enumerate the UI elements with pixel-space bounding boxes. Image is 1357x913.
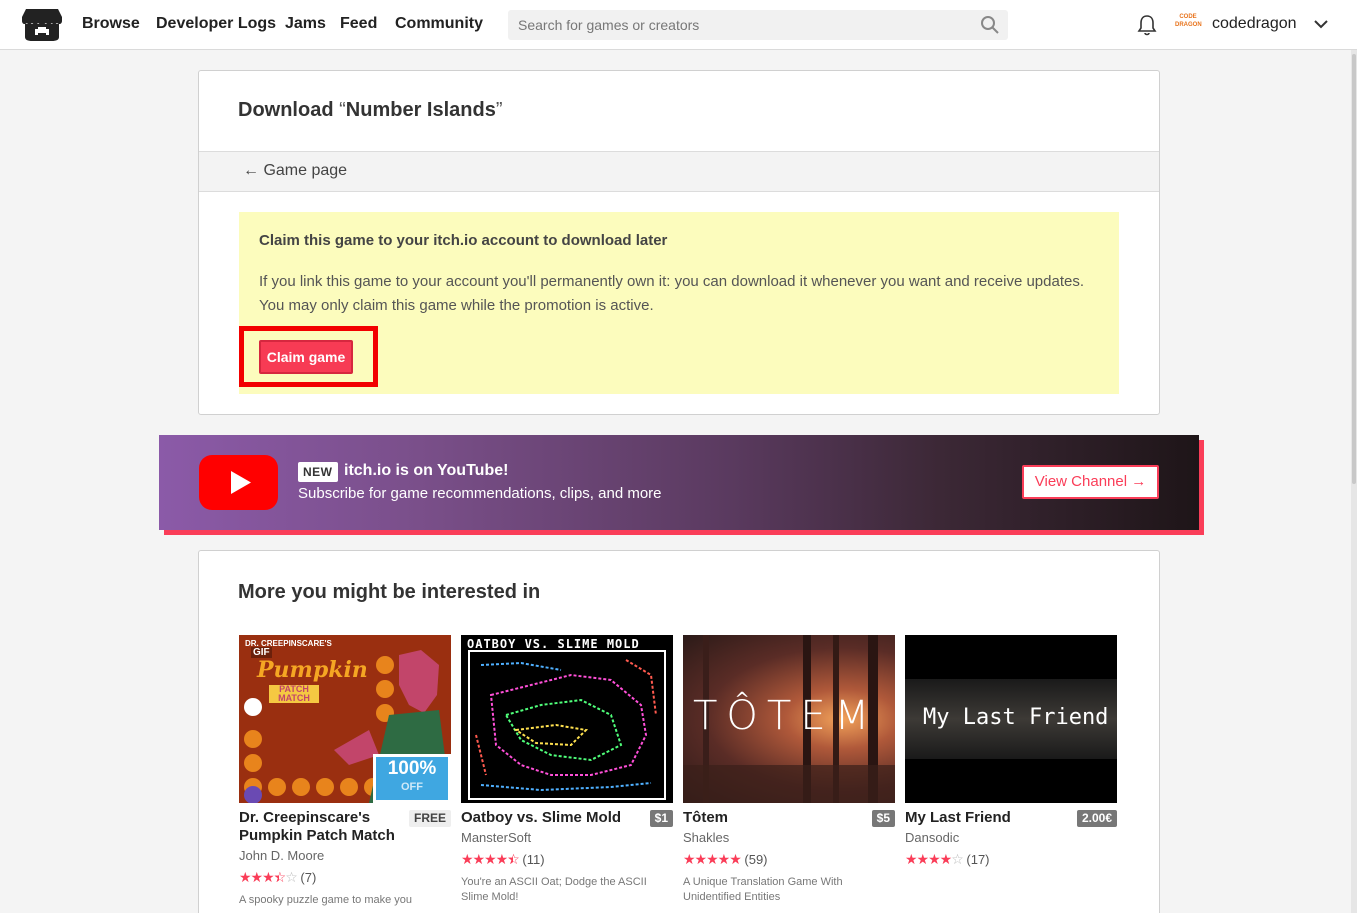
game-title[interactable]: Tôtem (683, 809, 848, 827)
rating-count: (59) (744, 852, 768, 867)
youtube-banner[interactable]: NEW itch.io is on YouTube! Subscribe for… (159, 435, 1199, 530)
sale-off: OFF (401, 781, 423, 793)
price-badge: 2.00€ (1076, 810, 1117, 827)
maze-art (468, 650, 666, 800)
game-thumbnail[interactable]: OATBOY VS. SLIME MOLD (461, 635, 673, 803)
itchio-logo-icon[interactable] (22, 7, 62, 43)
game-name: Number Islands (345, 99, 496, 121)
price-badge: $5 (871, 810, 895, 827)
thumb-title-text: My Last Friend (923, 705, 1109, 730)
download-card: Download “Number Islands” ← Game page Cl… (198, 70, 1160, 415)
price-badge: $1 (649, 810, 673, 827)
game-rating: ★★★☆★☆ (7) (239, 869, 316, 886)
game-card[interactable]: DR. CREEPINSCARE'S Pumpkin PATCH MATCH G… (239, 635, 451, 906)
rating-stars: ★★★★☆★ (461, 851, 520, 867)
game-thumbnail[interactable]: DR. CREEPINSCARE'S Pumpkin PATCH MATCH G… (239, 635, 451, 803)
sale-badge: 100% OFF (373, 754, 451, 803)
game-rating: ★★★★☆★ (11) (461, 851, 545, 868)
section-title: More you might be interested in (238, 581, 541, 603)
notification-bell-icon[interactable] (1136, 14, 1158, 36)
rating-count: (17) (966, 852, 990, 867)
game-card[interactable]: OATBOY VS. SLIME MOLD Oatboy vs. Slime M… (461, 635, 673, 903)
search-icon[interactable] (980, 15, 1000, 35)
claim-title: Claim this game to your itch.io account … (259, 232, 668, 249)
claim-game-button[interactable]: Claim game (259, 340, 353, 374)
game-description: A Unique Translation Game With Unidentif… (683, 876, 843, 903)
search-input[interactable]: Search for games or creators (508, 10, 1008, 40)
claim-highlight-box: Claim game (239, 326, 378, 387)
site-header: Browse Developer Logs Jams Feed Communit… (0, 0, 1357, 50)
chevron-down-icon[interactable] (1313, 18, 1329, 30)
username[interactable]: codedragon (1212, 15, 1297, 33)
youtube-icon (199, 455, 278, 510)
game-description: A spooky puzzle game to make you (239, 894, 413, 906)
scrollbar-thumb[interactable] (1352, 54, 1356, 484)
game-title[interactable]: My Last Friend (905, 809, 1070, 827)
rating-count: (11) (522, 852, 545, 867)
game-card[interactable]: My Last Friend My Last Friend 2.00€ Dans… (905, 635, 1117, 867)
claim-description: If you link this game to your account yo… (259, 273, 1084, 314)
nav-community[interactable]: Community (395, 15, 483, 33)
game-rating: ★★★★★ (59) (683, 851, 768, 868)
banner-title: itch.io is on YouTube! (344, 462, 509, 479)
back-bar: ← Game page (199, 151, 1159, 192)
claim-notice: Claim this game to your itch.io account … (239, 212, 1119, 394)
game-title[interactable]: Dr. Creepinscare's Pumpkin Patch Match (239, 809, 404, 845)
page-title: Download “Number Islands” (238, 99, 503, 121)
nav-feed[interactable]: Feed (340, 15, 377, 33)
game-author[interactable]: Shakles (683, 830, 729, 845)
thumb-title-text: TÔTEM (693, 693, 879, 739)
avatar[interactable]: CODE DRAGON (1175, 13, 1202, 35)
new-badge: NEW (298, 462, 338, 482)
rating-stars: ★★★★☆ (905, 851, 964, 867)
game-rating: ★★★★☆ (17) (905, 851, 990, 868)
game-author[interactable]: Dansodic (905, 830, 959, 845)
rating-count: (7) (300, 870, 317, 885)
nav-browse[interactable]: Browse (82, 15, 140, 33)
game-title[interactable]: Oatboy vs. Slime Mold (461, 809, 626, 827)
game-description: You're an ASCII Oat; Dodge the ASCII Sli… (461, 876, 647, 903)
price-badge: FREE (408, 810, 451, 827)
recommendations-card: More you might be interested in DR. CREE… (198, 550, 1160, 913)
game-thumbnail[interactable]: TÔTEM (683, 635, 895, 803)
game-thumbnail[interactable]: My Last Friend (905, 635, 1117, 803)
game-page-link[interactable]: ← Game page (243, 162, 347, 180)
game-card[interactable]: TÔTEM Tôtem $5 Shakles ★★★★★ (59) A Uniq… (683, 635, 895, 903)
game-author[interactable]: John D. Moore (239, 848, 324, 863)
nav-jams[interactable]: Jams (285, 15, 326, 33)
rating-stars: ★★★☆★☆ (239, 869, 298, 885)
nav-developer-logs[interactable]: Developer Logs (156, 15, 276, 33)
thumb-title-text: Pumpkin (257, 657, 368, 683)
gif-badge: GIF (251, 647, 272, 658)
banner-subtitle: Subscribe for game recommendations, clip… (298, 485, 662, 502)
game-author[interactable]: MansterSoft (461, 830, 531, 845)
search-placeholder: Search for games or creators (518, 17, 700, 33)
sale-percent: 100% (387, 758, 437, 779)
thumb-sub-text: PATCH MATCH (269, 685, 319, 703)
rating-stars: ★★★★★ (683, 851, 742, 867)
view-channel-button[interactable]: View Channel → (1022, 465, 1159, 499)
